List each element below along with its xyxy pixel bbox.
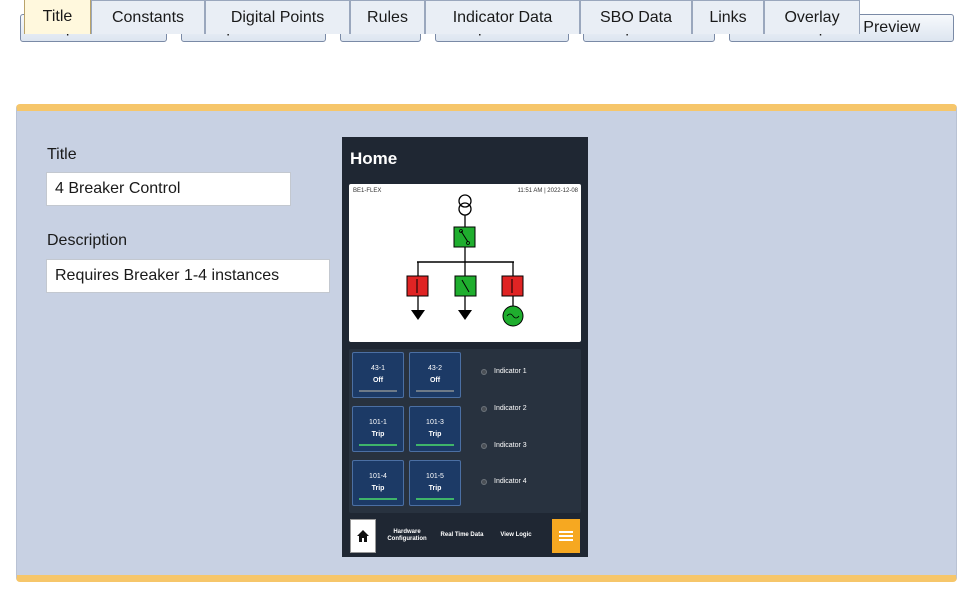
control-button-state: Trip: [371, 431, 385, 438]
control-button-state: Off: [429, 377, 441, 384]
control-button-status-bar: [416, 390, 454, 392]
preview-heading: Home: [350, 149, 398, 168]
tab-title[interactable]: Title: [24, 0, 91, 34]
control-button-43-2[interactable]: 43-2 Off: [409, 352, 461, 398]
control-button-101-1[interactable]: 101-1 Trip: [352, 406, 404, 452]
load-arrow-1-icon: [411, 310, 425, 320]
home-button[interactable]: [350, 519, 376, 553]
control-button-name: 101-3: [426, 419, 444, 426]
tab-digital-points[interactable]: Digital Points: [205, 0, 350, 34]
tab-overlay[interactable]: Overlay: [764, 0, 860, 34]
control-button-status-bar: [416, 498, 454, 500]
hardware-configuration-button[interactable]: Hardware Configuration: [379, 519, 435, 553]
control-button-101-4[interactable]: 101-4 Trip: [352, 460, 404, 506]
control-button-state: Trip: [428, 431, 442, 438]
control-button-state: Trip: [428, 485, 442, 492]
tab-sbo-data[interactable]: SBO Data: [580, 0, 692, 34]
menu-icon: [559, 531, 573, 541]
control-button-name: 101-5: [426, 473, 444, 480]
control-button-state: Off: [372, 377, 384, 384]
indicator-3-label: Indicator 3: [494, 442, 527, 449]
preview-device: Home BE1-FLEX 11:51 AM | 2022-12-08 43-1…: [342, 137, 588, 557]
load-arrow-2-icon: [458, 310, 472, 320]
indicator-2-led-icon: [481, 406, 487, 412]
home-icon: [357, 530, 369, 542]
real-time-data-button[interactable]: Real Time Data: [437, 519, 487, 553]
one-line-diagram: BE1-FLEX 11:51 AM | 2022-12-08: [349, 184, 581, 342]
control-button-name: 101-1: [369, 419, 387, 426]
menu-button[interactable]: [552, 519, 580, 553]
control-button-name: 43-1: [370, 365, 385, 372]
indicator-4-led-icon: [481, 479, 487, 485]
control-button-43-1[interactable]: 43-1 Off: [352, 352, 404, 398]
control-button-state: Trip: [371, 485, 385, 492]
indicator-3-led-icon: [481, 443, 487, 449]
control-button-status-bar: [359, 444, 397, 446]
control-button-101-5[interactable]: 101-5 Trip: [409, 460, 461, 506]
indicator-2-label: Indicator 2: [494, 405, 527, 412]
control-button-name: 101-4: [369, 473, 387, 480]
title-field[interactable]: 4 Breaker Control: [46, 172, 291, 206]
tab-rules[interactable]: Rules: [350, 0, 425, 34]
description-label: Description: [47, 232, 128, 249]
view-logic-button[interactable]: View Logic: [489, 519, 543, 553]
indicator-1-label: Indicator 1: [494, 368, 527, 375]
indicator-1-led-icon: [481, 369, 487, 375]
control-button-status-bar: [416, 444, 454, 446]
transformer-secondary-icon: [458, 202, 472, 216]
control-button-status-bar: [359, 390, 397, 392]
tab-constants[interactable]: Constants: [91, 0, 205, 34]
preview-nav-bar: Hardware Configuration Real Time Data Vi…: [349, 519, 581, 555]
control-button-101-3[interactable]: 101-3 Trip: [409, 406, 461, 452]
one-line-drawing: [406, 194, 524, 327]
indicator-4-label: Indicator 4: [494, 478, 527, 485]
control-button-name: 43-2: [427, 365, 442, 372]
control-button-status-bar: [359, 498, 397, 500]
tab-indicator-data[interactable]: Indicator Data: [425, 0, 580, 34]
hmic-editor-window: Import HMIC Export HMIC Clear Import SVG…: [0, 0, 961, 590]
description-field[interactable]: Requires Breaker 1-4 instances: [46, 259, 330, 293]
title-label: Title: [47, 146, 77, 163]
tab-links[interactable]: Links: [692, 0, 764, 34]
control-panel: 43-1 Off 43-2 Off 101-1 Trip 101-3 Trip …: [349, 349, 581, 513]
